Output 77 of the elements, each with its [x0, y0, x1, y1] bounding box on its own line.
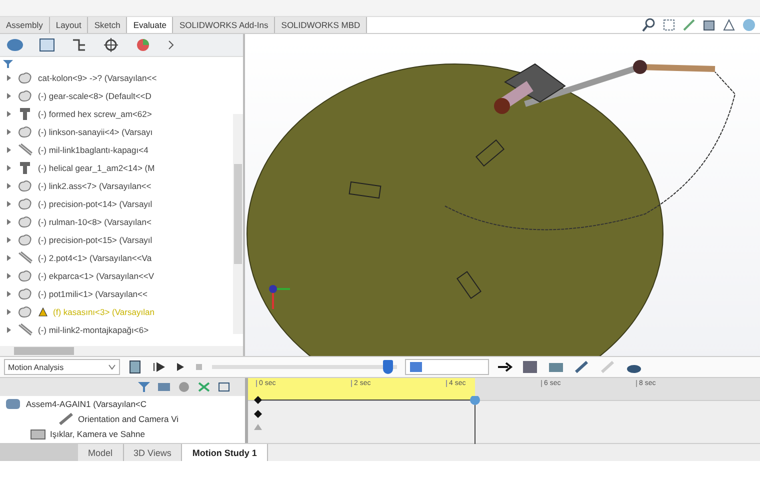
tree-item[interactable]: (-) precision-pot<15> (Varsayıl — [38, 235, 152, 245]
speed-dropdown[interactable] — [405, 359, 489, 375]
expand-arrow-icon[interactable] — [6, 164, 12, 172]
expand-arrow-icon[interactable] — [6, 326, 12, 334]
expand-arrow-icon[interactable] — [6, 236, 12, 244]
part-icon — [17, 179, 33, 193]
view-tab[interactable]: Motion Study 1 — [182, 444, 268, 461]
arrow-right-icon[interactable] — [497, 362, 513, 372]
play-icon[interactable] — [174, 361, 186, 373]
tree-tab-icon[interactable] — [6, 37, 24, 53]
command-tab[interactable]: SOLIDWORKS MBD — [275, 17, 368, 33]
filter-selected-icon[interactable] — [197, 381, 211, 393]
search-icon[interactable] — [642, 18, 656, 32]
tree-item[interactable]: (-) ekparca<1> (Varsayılan<<V — [38, 271, 154, 281]
property-tab-icon[interactable] — [38, 37, 56, 53]
part-icon — [17, 269, 33, 283]
tree-item[interactable]: (-) rulman-10<8> (Varsayılan< — [38, 217, 152, 227]
tree-item[interactable]: (-) pot1mili<1> (Varsayılan<< — [38, 289, 148, 299]
tree-item[interactable]: (-) precision-pot<14> (Varsayıl — [38, 199, 152, 209]
timeline-item[interactable]: Orientation and Camera Vi — [78, 414, 178, 424]
expand-arrow-icon[interactable] — [6, 308, 12, 316]
zoom-area-icon[interactable] — [662, 18, 676, 32]
tree-item[interactable]: cat-kolon<9> ->? (Varsayılan<< — [38, 73, 157, 83]
tree-item[interactable]: (-) helical gear_1_am2<14> (M — [38, 163, 155, 173]
slash-part-icon — [17, 323, 33, 337]
scrollbar-thumb[interactable] — [234, 164, 242, 264]
expand-arrow-icon[interactable] — [6, 92, 12, 100]
expand-arrow-icon[interactable] — [6, 200, 12, 208]
slash-part-icon — [17, 251, 33, 265]
part-icon — [17, 125, 33, 139]
study-type-dropdown[interactable]: Motion Analysis — [4, 359, 120, 375]
expand-arrow-icon[interactable] — [6, 218, 12, 226]
part-icon — [17, 197, 33, 211]
appearance-tab-icon[interactable] — [134, 37, 152, 53]
part-icon — [17, 89, 33, 103]
play-from-start-icon[interactable] — [152, 361, 166, 373]
part-icon — [17, 287, 33, 301]
filter-icon[interactable] — [2, 59, 16, 69]
view-tab[interactable]: Model — [78, 444, 124, 461]
expand-arrow-icon[interactable] — [6, 110, 12, 118]
expand-arrow-icon[interactable] — [6, 146, 12, 154]
timeline-item[interactable]: Işıklar, Kamera ve Sahne — [50, 428, 145, 438]
command-tab[interactable]: Assembly — [0, 17, 50, 33]
timeline-item[interactable]: Assem4-AGAIN1 (Varsayılan<C — [26, 398, 147, 408]
tree-item[interactable]: (-) linkson-sanayii<4> (Varsayı — [38, 127, 153, 137]
tree-item[interactable]: (-) link2.ass<7> (Varsayılan<< — [38, 181, 152, 191]
slider-thumb[interactable] — [382, 360, 393, 374]
axis-triad-icon — [269, 285, 290, 309]
command-tab[interactable]: SOLIDWORKS Add-Ins — [173, 17, 276, 33]
screw-icon — [17, 161, 33, 175]
scrollbar-thumb[interactable] — [14, 347, 74, 355]
part-icon — [17, 305, 33, 319]
part-icon — [17, 233, 33, 247]
expand-arrow-icon[interactable] — [6, 290, 12, 298]
view-tab[interactable]: 3D Views — [124, 444, 182, 461]
tree-item[interactable]: (-) mil-link1baglantı-kapagı<4 — [38, 145, 148, 155]
tree-item[interactable]: (-) mil-link2-montajkapağı<6> — [38, 325, 149, 335]
part-icon — [17, 215, 33, 229]
slash-part-icon — [17, 143, 33, 157]
command-tab[interactable]: Sketch — [88, 17, 128, 33]
crosshair-tab-icon[interactable] — [102, 37, 120, 53]
expand-arrow-icon[interactable] — [6, 128, 12, 136]
tree-item[interactable]: (-) 2.pot4<1> (Varsayılan<<Va — [38, 253, 152, 263]
filter-icon[interactable] — [137, 381, 151, 393]
config-tab-icon[interactable] — [70, 37, 88, 53]
tree-item[interactable]: (-) formed hex screw_am<62> — [38, 109, 152, 119]
tree-item[interactable]: (-) gear-scale<8> (Default<<D — [38, 91, 152, 101]
part-icon — [17, 71, 33, 85]
camera-link-icon — [58, 412, 74, 424]
screw-icon — [17, 107, 33, 121]
expand-arrow-icon[interactable] — [6, 272, 12, 280]
assembly-icon — [4, 398, 22, 410]
command-tab[interactable]: Layout — [50, 17, 88, 33]
expand-arrow-icon[interactable] — [6, 182, 12, 190]
expand-arrow-icon[interactable] — [6, 254, 12, 262]
expand-arrow-icon[interactable] — [6, 74, 12, 82]
warning-icon — [38, 307, 48, 317]
